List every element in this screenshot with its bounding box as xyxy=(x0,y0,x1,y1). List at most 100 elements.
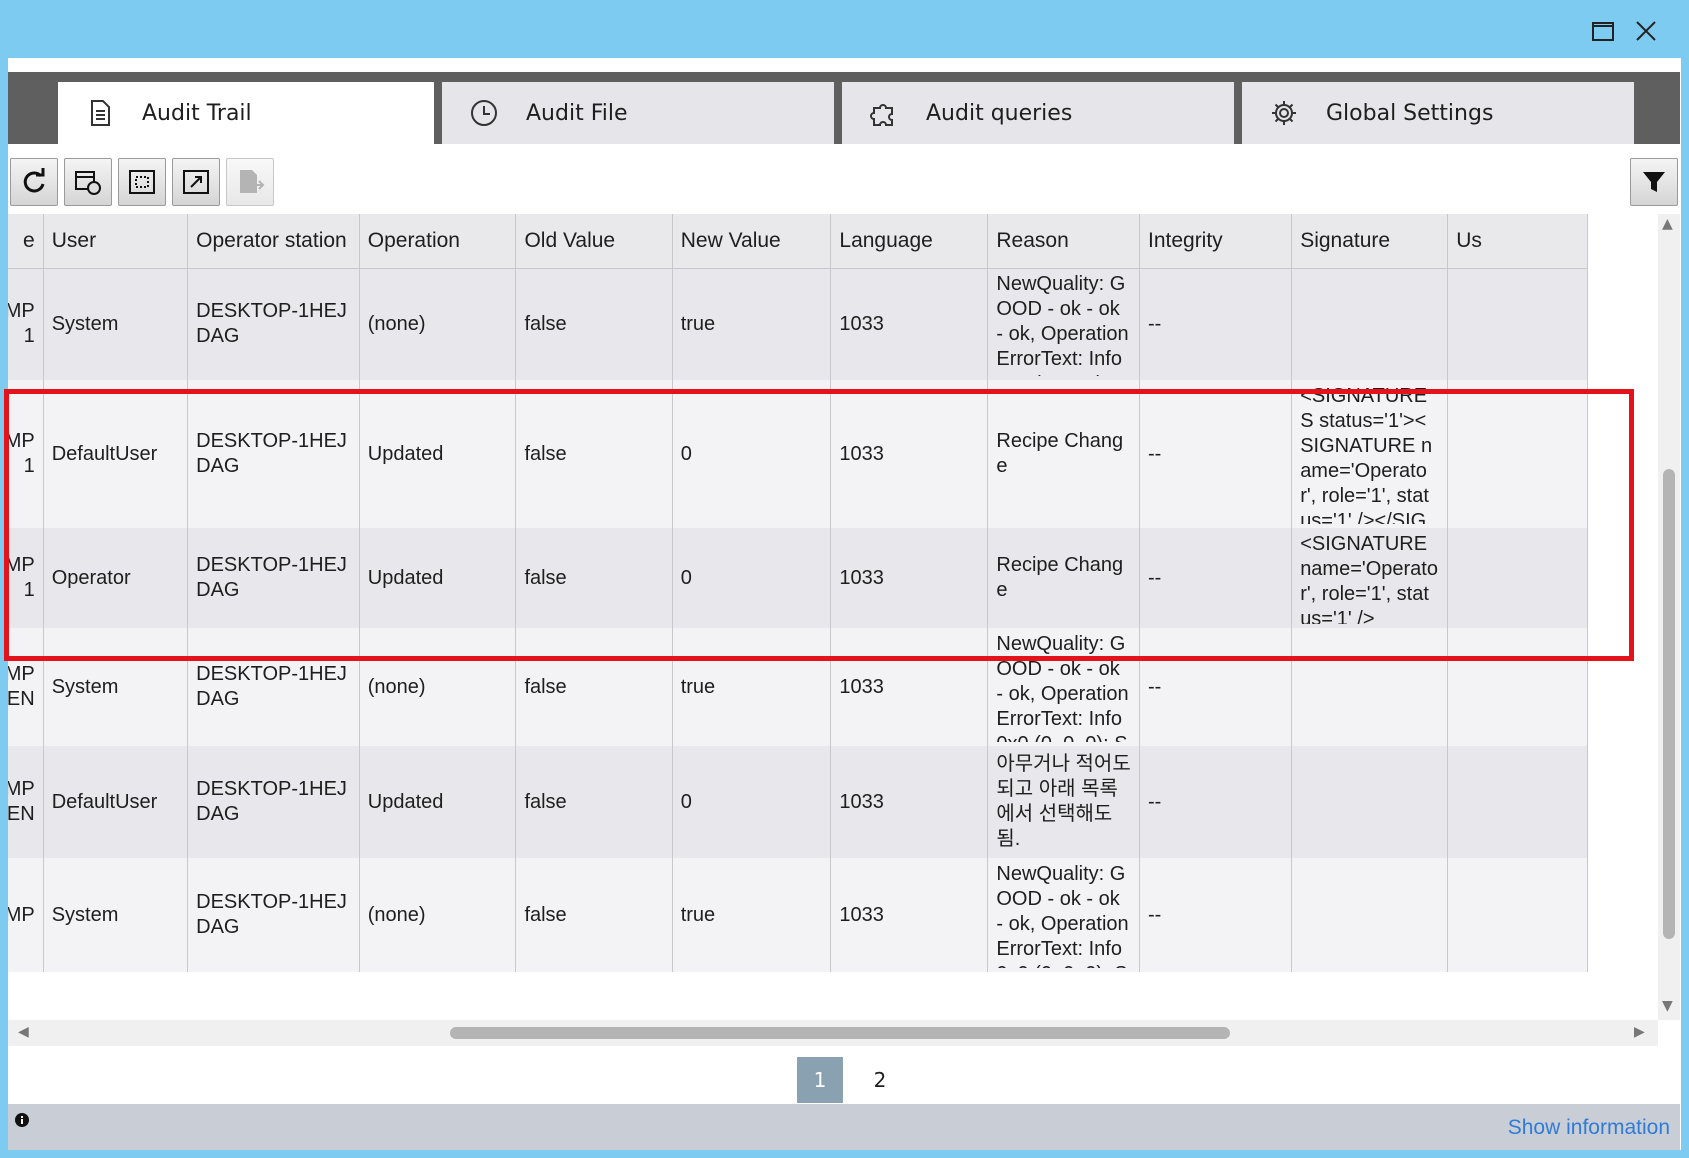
header-row: e User Operator station Operation Old Va… xyxy=(8,214,1588,269)
toolbar xyxy=(8,158,1680,210)
vertical-scroll-thumb[interactable] xyxy=(1663,469,1675,939)
column-header-signature[interactable]: Signature xyxy=(1291,214,1449,269)
integrity-cell: -- xyxy=(1139,858,1293,972)
scroll-right-icon[interactable]: ▶ xyxy=(1634,1024,1645,1040)
reason-cell: Recipe Change xyxy=(987,528,1140,628)
info-icon xyxy=(15,1113,29,1127)
calendar-refresh-button[interactable] xyxy=(64,158,112,206)
extra-cell xyxy=(1447,268,1588,380)
operator-station-cell: DESKTOP-1HEJDAG xyxy=(187,858,360,972)
old-value-cell: false xyxy=(515,528,673,628)
user-cell: System xyxy=(43,858,189,972)
integrity-cell: -- xyxy=(1139,746,1293,858)
operation-cell: Updated xyxy=(359,380,517,528)
reason-cell: 아무거나 적어도 되고 아래 목록에서 선택해도 됨. xyxy=(987,746,1140,858)
column-header-old-value[interactable]: Old Value xyxy=(515,214,673,269)
table-row[interactable]: GMP MENDefaultUserDESKTOP-1HEJDAGUpdated… xyxy=(8,746,1588,858)
operator-station-cell: DESKTOP-1HEJDAG xyxy=(187,268,360,380)
signature-cell xyxy=(1291,268,1449,380)
maximize-icon[interactable] xyxy=(1590,18,1616,44)
clock-icon xyxy=(468,97,500,129)
column-header-new-value[interactable]: New Value xyxy=(672,214,832,269)
area-cell: GMP 1 xyxy=(8,528,44,628)
area-cell: GMP 1 xyxy=(8,268,44,380)
reason-cell: NewQuality: GOOD - ok - ok - ok, Operati… xyxy=(987,628,1140,746)
table-row[interactable]: GMP 1SystemDESKTOP-1HEJDAG(none)falsetru… xyxy=(8,268,1588,380)
reason-cell: NewQuality: GOOD - ok - ok - ok, Operati… xyxy=(987,858,1140,972)
integrity-cell: -- xyxy=(1139,528,1293,628)
scroll-down-icon[interactable]: ▼ xyxy=(1662,998,1673,1014)
table-row[interactable]: GMP 1OperatorDESKTOP-1HEJDAGUpdatedfalse… xyxy=(8,528,1588,628)
filter-button[interactable] xyxy=(1630,158,1678,206)
table-row[interactable]: GMP 1DefaultUserDESKTOP-1HEJDAGUpdatedfa… xyxy=(8,380,1588,528)
vertical-scrollbar[interactable]: ▲ ▼ xyxy=(1658,214,1680,1020)
export-file-button[interactable] xyxy=(226,158,274,206)
new-value-cell: 0 xyxy=(672,380,832,528)
audit-table: e User Operator station Operation Old Va… xyxy=(8,214,1588,972)
column-header[interactable]: e xyxy=(8,214,44,269)
export-button[interactable] xyxy=(172,158,220,206)
filter-icon xyxy=(1643,172,1665,192)
refresh-icon xyxy=(23,168,45,193)
show-information-link[interactable]: Show information xyxy=(1508,1116,1670,1140)
tab-audit-trail[interactable]: Audit Trail xyxy=(58,82,434,144)
operation-cell: Updated xyxy=(359,746,517,858)
signature-cell xyxy=(1291,628,1449,746)
horizontal-scroll-thumb[interactable] xyxy=(450,1027,1230,1039)
scroll-left-icon[interactable]: ◀ xyxy=(18,1024,29,1040)
select-all-button[interactable] xyxy=(118,158,166,206)
scroll-up-icon[interactable]: ▲ xyxy=(1662,216,1673,232)
language-cell: 1033 xyxy=(830,268,989,380)
reason-cell: Recipe Change xyxy=(987,380,1140,528)
extra-cell xyxy=(1447,628,1588,746)
operator-station-cell: DESKTOP-1HEJDAG xyxy=(187,628,360,746)
tab-label: Audit File xyxy=(526,100,628,126)
tab-label: Audit queries xyxy=(926,100,1073,126)
area-cell: GMP MEN xyxy=(8,746,44,858)
user-cell: DefaultUser xyxy=(43,380,189,528)
new-value-cell: 0 xyxy=(672,528,832,628)
pagination: 1 2 xyxy=(797,1057,903,1103)
export-icon xyxy=(183,170,209,194)
status-bar: Show information xyxy=(8,1104,1680,1150)
integrity-cell: -- xyxy=(1139,628,1293,746)
integrity-cell: -- xyxy=(1139,380,1293,528)
old-value-cell: false xyxy=(515,858,673,972)
column-header-reason[interactable]: Reason xyxy=(987,214,1140,269)
operation-cell: (none) xyxy=(359,268,517,380)
column-header[interactable]: Us xyxy=(1447,214,1588,269)
operator-station-cell: DESKTOP-1HEJDAG xyxy=(187,746,360,858)
column-header-user[interactable]: User xyxy=(43,214,189,269)
area-cell: GMP MEN xyxy=(8,628,44,746)
tab-audit-queries[interactable]: Audit queries xyxy=(842,82,1234,144)
extra-cell xyxy=(1447,528,1588,628)
reason-cell: NewQuality: GOOD - ok - ok - ok, Operati… xyxy=(987,268,1140,380)
horizontal-scrollbar[interactable]: ◀ ▶ xyxy=(8,1020,1658,1046)
page-2-button[interactable]: 2 xyxy=(857,1057,903,1103)
extra-cell xyxy=(1447,380,1588,528)
table-row[interactable]: GMP MENSystemDESKTOP-1HEJDAG(none)falset… xyxy=(8,628,1588,746)
language-cell: 1033 xyxy=(830,380,989,528)
audit-grid: e User Operator station Operation Old Va… xyxy=(8,214,1658,1020)
table-row[interactable]: GMPSystemDESKTOP-1HEJDAG(none)falsetrue1… xyxy=(8,858,1588,972)
refresh-button[interactable] xyxy=(10,158,58,206)
page-1-button[interactable]: 1 xyxy=(797,1057,843,1103)
column-header-operation[interactable]: Operation xyxy=(359,214,517,269)
user-cell: DefaultUser xyxy=(43,746,189,858)
area-cell: GMP 1 xyxy=(8,380,44,528)
extra-cell xyxy=(1447,746,1588,858)
integrity-cell: -- xyxy=(1139,268,1293,380)
tab-global-settings[interactable]: Global Settings xyxy=(1242,82,1634,144)
operation-cell: (none) xyxy=(359,628,517,746)
column-header-language[interactable]: Language xyxy=(830,214,989,269)
new-value-cell: 0 xyxy=(672,746,832,858)
language-cell: 1033 xyxy=(830,746,989,858)
tab-label: Audit Trail xyxy=(142,100,252,126)
close-icon[interactable] xyxy=(1633,18,1659,44)
tab-audit-file[interactable]: Audit File xyxy=(442,82,834,144)
column-header-operator-station[interactable]: Operator station xyxy=(187,214,360,269)
document-icon xyxy=(84,97,116,129)
column-header-integrity[interactable]: Integrity xyxy=(1139,214,1293,269)
old-value-cell: false xyxy=(515,746,673,858)
user-cell: Operator xyxy=(43,528,189,628)
